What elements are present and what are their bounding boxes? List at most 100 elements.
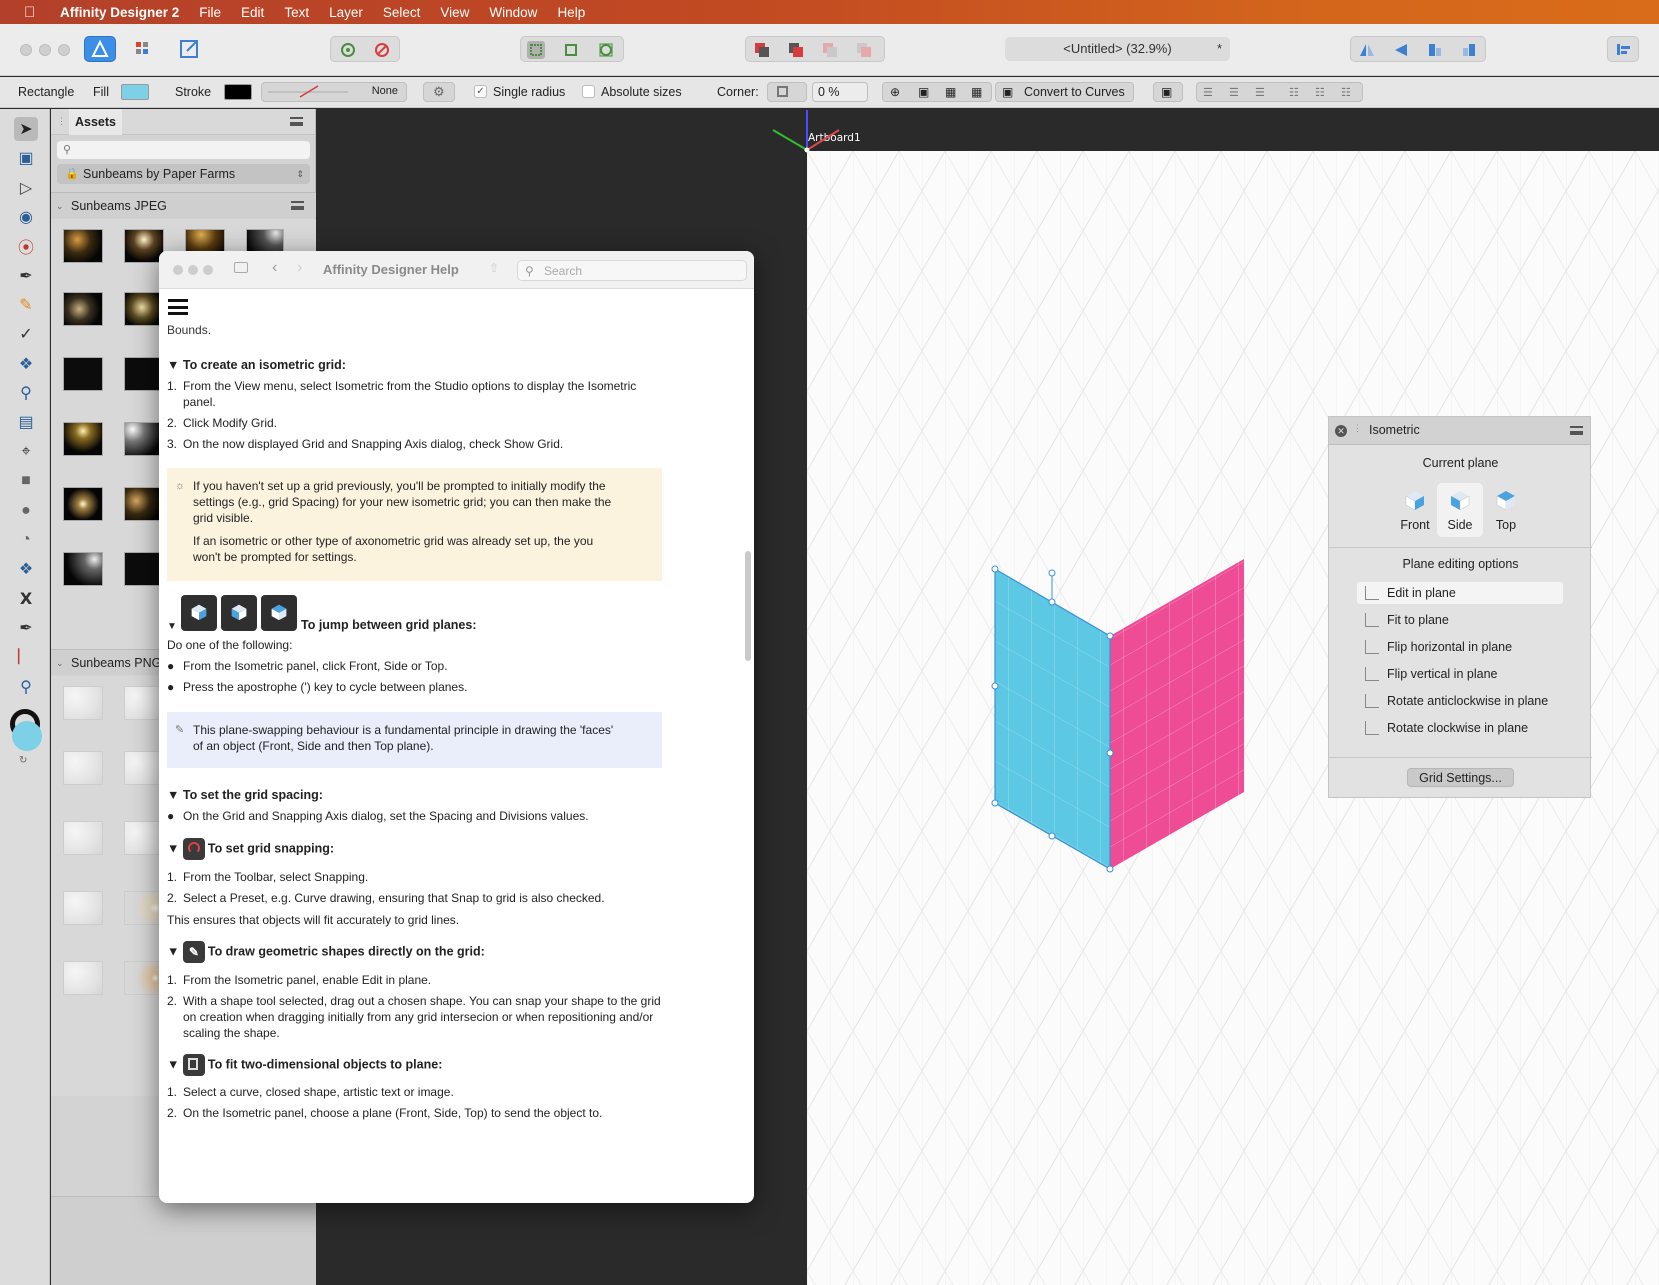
move-to-back-icon[interactable]: [753, 41, 771, 59]
asset-thumbnail[interactable]: [124, 686, 164, 720]
selection-handle[interactable]: [1106, 865, 1114, 873]
select-bounds-icon[interactable]: [527, 41, 545, 59]
rotation-handle[interactable]: [1048, 569, 1056, 577]
move-to-front-icon[interactable]: [855, 41, 873, 59]
option-rotate-anticlockwise[interactable]: Rotate anticlockwise in plane: [1357, 690, 1563, 712]
ellipse-tool-icon[interactable]: ●: [14, 499, 38, 523]
flip-horizontal-icon[interactable]: [1358, 41, 1376, 59]
rotate-right-icon[interactable]: [1460, 41, 1478, 59]
plane-front-button[interactable]: Front: [1392, 483, 1438, 537]
forward-icon[interactable]: ›: [297, 259, 302, 277]
menu-edit[interactable]: Edit: [241, 5, 264, 20]
align-right-icon[interactable]: ☰: [1255, 86, 1265, 99]
section-heading[interactable]: ▼ To fit two-dimensional objects to plan…: [167, 1054, 442, 1076]
menu-select[interactable]: Select: [383, 5, 421, 20]
pixel-persona-button[interactable]: [127, 36, 159, 62]
snapping-icon[interactable]: [373, 41, 391, 59]
grid-settings-button[interactable]: Grid Settings...: [1407, 768, 1514, 787]
brush-tool-icon[interactable]: ✓: [14, 322, 38, 346]
pencil-tool-icon[interactable]: ✎: [14, 293, 38, 317]
assets-menu-icon[interactable]: [290, 117, 303, 126]
window-close-button[interactable]: [20, 44, 32, 56]
help-zoom-button[interactable]: [203, 265, 213, 275]
asset-thumbnail[interactable]: [63, 961, 103, 995]
asset-group-jpeg[interactable]: ⌄ Sunbeams JPEG: [51, 192, 316, 218]
align-middle-icon[interactable]: ☷: [1315, 86, 1325, 99]
swap-colors-icon[interactable]: ↻: [19, 755, 27, 766]
asset-thumbnail[interactable]: [124, 422, 164, 456]
selection-handle[interactable]: [1048, 832, 1056, 840]
flip-vertical-icon[interactable]: [1392, 41, 1410, 59]
convert-to-curves-button[interactable]: ▣ Convert to Curves: [995, 82, 1134, 102]
selection-handle[interactable]: [1106, 749, 1114, 757]
asset-thumbnail[interactable]: [124, 357, 164, 391]
axis-gizmo-icon[interactable]: [765, 108, 845, 168]
help-search-input[interactable]: ⚲ Search: [517, 260, 747, 281]
designer-persona-button[interactable]: [84, 36, 116, 62]
color-picker-icon[interactable]: ✒: [14, 616, 38, 640]
align-center-icon[interactable]: ☰: [1229, 86, 1239, 99]
asset-thumbnail[interactable]: [124, 751, 164, 785]
asset-thumbnail[interactable]: [124, 821, 164, 855]
apple-icon[interactable]: : [24, 4, 46, 21]
menu-window[interactable]: Window: [489, 5, 537, 20]
artboard-tool-icon[interactable]: ▣: [14, 146, 38, 170]
panel-grip-icon[interactable]: ⋮: [1353, 423, 1362, 434]
selection-handle[interactable]: [1048, 598, 1056, 606]
move-forward-icon[interactable]: [821, 41, 839, 59]
option-edit-in-plane[interactable]: Edit in plane: [1357, 582, 1563, 604]
menu-file[interactable]: File: [199, 5, 221, 20]
plane-top-button[interactable]: Top: [1483, 483, 1529, 537]
menu-text[interactable]: Text: [284, 5, 309, 20]
panel-grip-icon[interactable]: ⋮: [57, 116, 66, 127]
share-icon[interactable]: ⇧: [489, 261, 499, 275]
transparency-tool-icon[interactable]: ⚲: [14, 381, 38, 405]
stroke-width-slider[interactable]: None: [261, 82, 407, 102]
single-radius-checkbox[interactable]: ✓: [474, 85, 487, 98]
asset-thumbnail[interactable]: [63, 891, 103, 925]
fill-color-well[interactable]: [12, 721, 42, 751]
asset-thumbnail[interactable]: [63, 487, 103, 521]
align-top-icon[interactable]: ☷: [1289, 86, 1299, 99]
menu-view[interactable]: View: [440, 5, 469, 20]
option-rotate-clockwise[interactable]: Rotate clockwise in plane: [1357, 717, 1563, 739]
node-tool-icon[interactable]: ▷: [14, 176, 38, 200]
asset-thumbnail[interactable]: [63, 357, 103, 391]
align-left-icon[interactable]: ☰: [1203, 86, 1213, 99]
select-geometry-icon[interactable]: [562, 41, 580, 59]
asset-thumbnail[interactable]: [63, 292, 103, 326]
corner-tool-icon[interactable]: ◉: [14, 205, 38, 229]
move-tool-icon[interactable]: ➤: [14, 117, 38, 141]
asset-thumbnail[interactable]: [124, 229, 164, 263]
point-transform-icon[interactable]: ⦿: [14, 234, 38, 258]
asset-thumbnail[interactable]: [124, 292, 164, 326]
distribute-icon[interactable]: ▦: [945, 85, 956, 99]
selection-handle[interactable]: [991, 565, 999, 573]
window-zoom-button[interactable]: [58, 44, 70, 56]
selection-handle[interactable]: [1106, 632, 1114, 640]
help-minimize-button[interactable]: [188, 265, 198, 275]
shapes-tool-icon[interactable]: ❖: [14, 557, 38, 581]
export-persona-button[interactable]: [175, 36, 205, 62]
assets-category-select[interactable]: 🔒 Sunbeams by Paper Farms ⇕: [57, 164, 310, 184]
fill-swatch[interactable]: [121, 84, 149, 100]
asset-thumbnail[interactable]: [124, 552, 164, 586]
option-flip-horizontal[interactable]: Flip horizontal in plane: [1357, 636, 1563, 658]
section-heading[interactable]: ▼ ✎ To draw geometric shapes directly on …: [167, 941, 485, 963]
rectangle-tool-icon[interactable]: ■: [14, 469, 38, 493]
section-heading[interactable]: ▼ To set grid snapping:: [167, 838, 334, 860]
stroke-swatch[interactable]: [224, 84, 252, 100]
pie-tool-icon[interactable]: ◔: [14, 528, 38, 552]
fill-tool-icon[interactable]: ❖: [14, 352, 38, 376]
help-menu-icon[interactable]: [168, 299, 188, 315]
measure-tool-icon[interactable]: ⎸: [14, 645, 38, 669]
asset-thumbnail[interactable]: [124, 487, 164, 521]
window-minimize-button[interactable]: [39, 44, 51, 56]
boolean-button[interactable]: ▣: [1153, 82, 1183, 102]
app-menu[interactable]: Affinity Designer 2: [60, 5, 179, 20]
studio-toggle-button[interactable]: [1607, 36, 1639, 62]
crosshair-icon[interactable]: ⊕: [890, 85, 900, 99]
asset-thumbnail[interactable]: [63, 686, 103, 720]
assets-tab[interactable]: Assets: [69, 109, 122, 135]
asset-thumbnail[interactable]: [63, 422, 103, 456]
